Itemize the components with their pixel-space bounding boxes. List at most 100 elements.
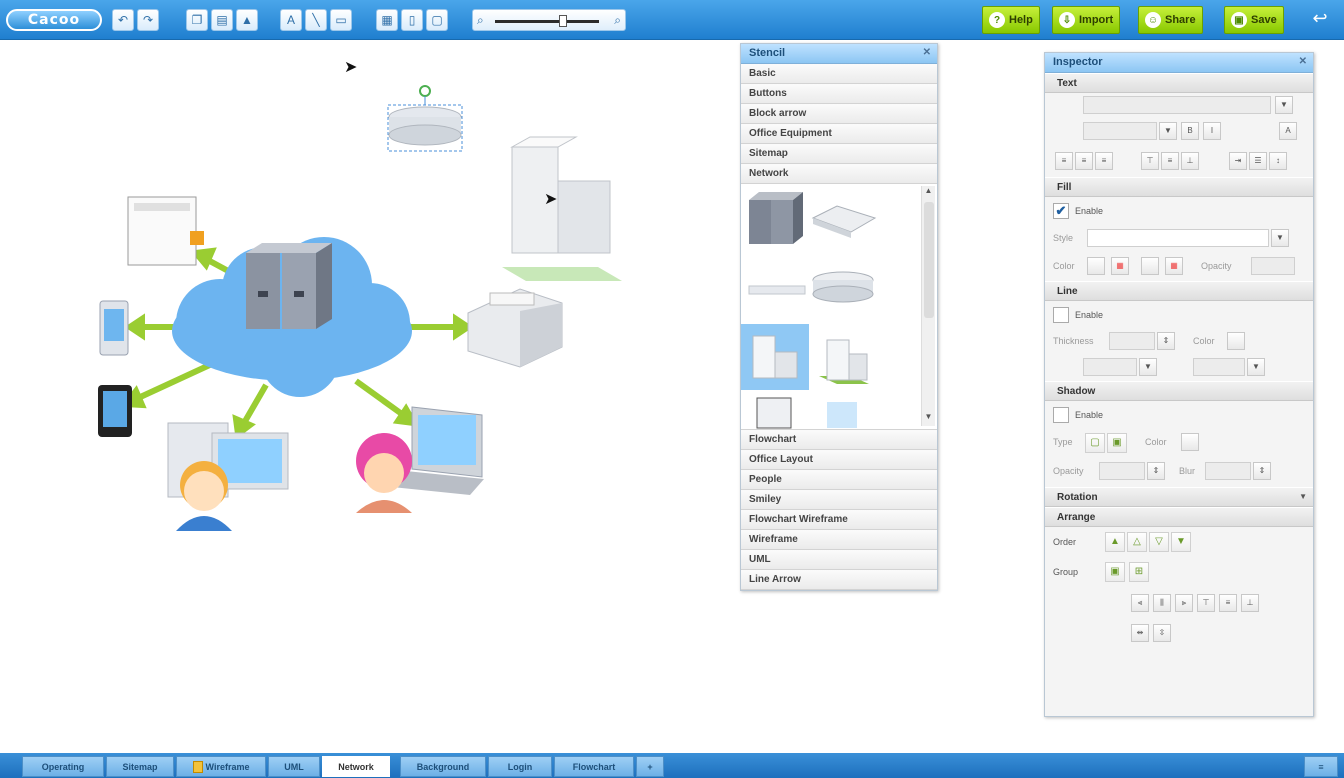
- group-icon[interactable]: ▣: [1105, 562, 1125, 582]
- shadow-type-outer-icon[interactable]: ▢: [1085, 433, 1105, 453]
- add-sheet-button[interactable]: +: [636, 756, 664, 777]
- stencil-scrollbar[interactable]: ▲ ▼: [921, 186, 935, 426]
- shadow-enable-checkbox[interactable]: [1053, 407, 1069, 423]
- spacing-icon[interactable]: ↕: [1269, 152, 1287, 170]
- fill-color-swatch[interactable]: [1087, 257, 1105, 275]
- section-shadow[interactable]: Shadow: [1045, 381, 1313, 401]
- send-to-back-icon[interactable]: ▼: [1171, 532, 1191, 552]
- fit-icon[interactable]: ▢: [426, 9, 448, 31]
- line-end-dropdown-icon[interactable]: ▼: [1247, 358, 1265, 376]
- shadow-opacity-field[interactable]: [1099, 462, 1145, 480]
- valign-bottom-icon[interactable]: ⊥: [1181, 152, 1199, 170]
- text-color-icon[interactable]: A: [1279, 122, 1297, 140]
- line-thickness-stepper[interactable]: ⇕: [1157, 332, 1175, 350]
- zoom-knob[interactable]: [559, 15, 567, 27]
- shape-tool-icon[interactable]: ▭: [330, 9, 352, 31]
- distribute-horizontal-icon[interactable]: ⇹: [1131, 624, 1149, 642]
- stencil-category-wireframe[interactable]: Wireframe: [741, 530, 937, 550]
- shadow-type-inner-icon[interactable]: ▣: [1107, 433, 1127, 453]
- scroll-up-icon[interactable]: ▲: [922, 186, 935, 200]
- stencil-category-office-equipment[interactable]: Office Equipment: [741, 124, 937, 144]
- stencil-header[interactable]: Stencil ✕: [741, 44, 937, 64]
- shadow-blur-stepper[interactable]: ⇕: [1253, 462, 1271, 480]
- section-arrange[interactable]: Arrange: [1045, 507, 1313, 527]
- italic-icon[interactable]: I: [1203, 122, 1221, 140]
- fill-opacity-field[interactable]: [1251, 257, 1295, 275]
- bring-to-front-icon[interactable]: ▲: [1105, 532, 1125, 552]
- align-objects-right-icon[interactable]: ⫸: [1175, 594, 1193, 612]
- line-color-swatch[interactable]: [1227, 332, 1245, 350]
- line-start-dropdown-icon[interactable]: ▼: [1139, 358, 1157, 376]
- stencil-category-uml[interactable]: UML: [741, 550, 937, 570]
- distribute-vertical-icon[interactable]: ⇳: [1153, 624, 1171, 642]
- stencil-category-smiley[interactable]: Smiley: [741, 490, 937, 510]
- grid-icon[interactable]: ▦: [376, 9, 398, 31]
- tab-network[interactable]: Network: [322, 756, 390, 777]
- zoom-slider[interactable]: ⌕ ⌕: [472, 9, 626, 31]
- stencil-category-network[interactable]: Network: [741, 164, 937, 184]
- align-objects-center-icon[interactable]: ⫼: [1153, 594, 1171, 612]
- tab-background[interactable]: Background: [400, 756, 486, 777]
- fill-color2-picker-icon[interactable]: ▦: [1165, 257, 1183, 275]
- tab-login[interactable]: Login: [488, 756, 552, 777]
- shadow-color-swatch[interactable]: [1181, 433, 1199, 451]
- align-right-icon[interactable]: ≡: [1095, 152, 1113, 170]
- inspector-header[interactable]: Inspector ✕: [1045, 53, 1313, 73]
- line-start-select[interactable]: [1083, 358, 1137, 376]
- tab-sitemap[interactable]: Sitemap: [106, 756, 174, 777]
- fill-style-select[interactable]: [1087, 229, 1269, 247]
- scroll-down-icon[interactable]: ▼: [922, 412, 935, 426]
- section-rotation[interactable]: Rotation ▼: [1045, 487, 1313, 507]
- list-icon[interactable]: ☰: [1249, 152, 1267, 170]
- align-objects-bottom-icon[interactable]: ⊥: [1241, 594, 1259, 612]
- image-icon[interactable]: ▲: [236, 9, 258, 31]
- ungroup-icon[interactable]: ⊞: [1129, 562, 1149, 582]
- fill-style-dropdown-icon[interactable]: ▼: [1271, 229, 1289, 247]
- font-select[interactable]: [1083, 96, 1271, 114]
- zoom-in-icon[interactable]: ⌕: [614, 13, 621, 28]
- paste-icon[interactable]: ▤: [211, 9, 233, 31]
- fill-color2-swatch[interactable]: [1141, 257, 1159, 275]
- valign-middle-icon[interactable]: ≡: [1161, 152, 1179, 170]
- import-button[interactable]: ⇩ Import: [1052, 6, 1121, 34]
- font-dropdown-icon[interactable]: ▼: [1275, 96, 1293, 114]
- align-objects-left-icon[interactable]: ⫷: [1131, 594, 1149, 612]
- tab-flowchart[interactable]: Flowchart: [554, 756, 634, 777]
- send-backward-icon[interactable]: ▽: [1149, 532, 1169, 552]
- app-logo[interactable]: Cacoo: [6, 9, 102, 31]
- stencil-category-flowchart[interactable]: Flowchart: [741, 430, 937, 450]
- section-text[interactable]: Text: [1045, 73, 1313, 93]
- sheet-menu-button[interactable]: ≡: [1304, 756, 1338, 777]
- stencil-category-block-arrow[interactable]: Block arrow: [741, 104, 937, 124]
- stencil-category-line-arrow[interactable]: Line Arrow: [741, 570, 937, 590]
- fill-color-picker-icon[interactable]: ▦: [1111, 257, 1129, 275]
- help-button[interactable]: ? Help: [982, 6, 1040, 34]
- tab-uml[interactable]: UML: [268, 756, 320, 777]
- stencil-category-sitemap[interactable]: Sitemap: [741, 144, 937, 164]
- redo-icon[interactable]: ↷: [137, 9, 159, 31]
- shadow-blur-field[interactable]: [1205, 462, 1251, 480]
- tab-wireframe[interactable]: Wireframe: [176, 756, 266, 777]
- indent-icon[interactable]: ⇥: [1229, 152, 1247, 170]
- valign-top-icon[interactable]: ⊤: [1141, 152, 1159, 170]
- tab-operating[interactable]: Operating: [22, 756, 104, 777]
- bold-icon[interactable]: B: [1181, 122, 1199, 140]
- font-size-field[interactable]: [1083, 122, 1157, 140]
- undo-arrow-icon[interactable]: ↩: [1306, 8, 1334, 32]
- copy-icon[interactable]: ❐: [186, 9, 208, 31]
- align-center-icon[interactable]: ≡: [1075, 152, 1093, 170]
- line-thickness-field[interactable]: [1109, 332, 1155, 350]
- text-tool-icon[interactable]: A: [280, 9, 302, 31]
- close-icon[interactable]: ✕: [1299, 56, 1307, 67]
- page-icon[interactable]: ▯: [401, 9, 423, 31]
- align-objects-middle-icon[interactable]: ≡: [1219, 594, 1237, 612]
- align-objects-top-icon[interactable]: ⊤: [1197, 594, 1215, 612]
- line-tool-icon[interactable]: ╲: [305, 9, 327, 31]
- zoom-out-icon[interactable]: ⌕: [477, 13, 484, 28]
- bring-forward-icon[interactable]: △: [1127, 532, 1147, 552]
- share-button[interactable]: ☺ Share: [1138, 6, 1203, 34]
- section-line[interactable]: Line: [1045, 281, 1313, 301]
- stencil-category-buttons[interactable]: Buttons: [741, 84, 937, 104]
- stencil-category-basic[interactable]: Basic: [741, 64, 937, 84]
- section-fill[interactable]: Fill: [1045, 177, 1313, 197]
